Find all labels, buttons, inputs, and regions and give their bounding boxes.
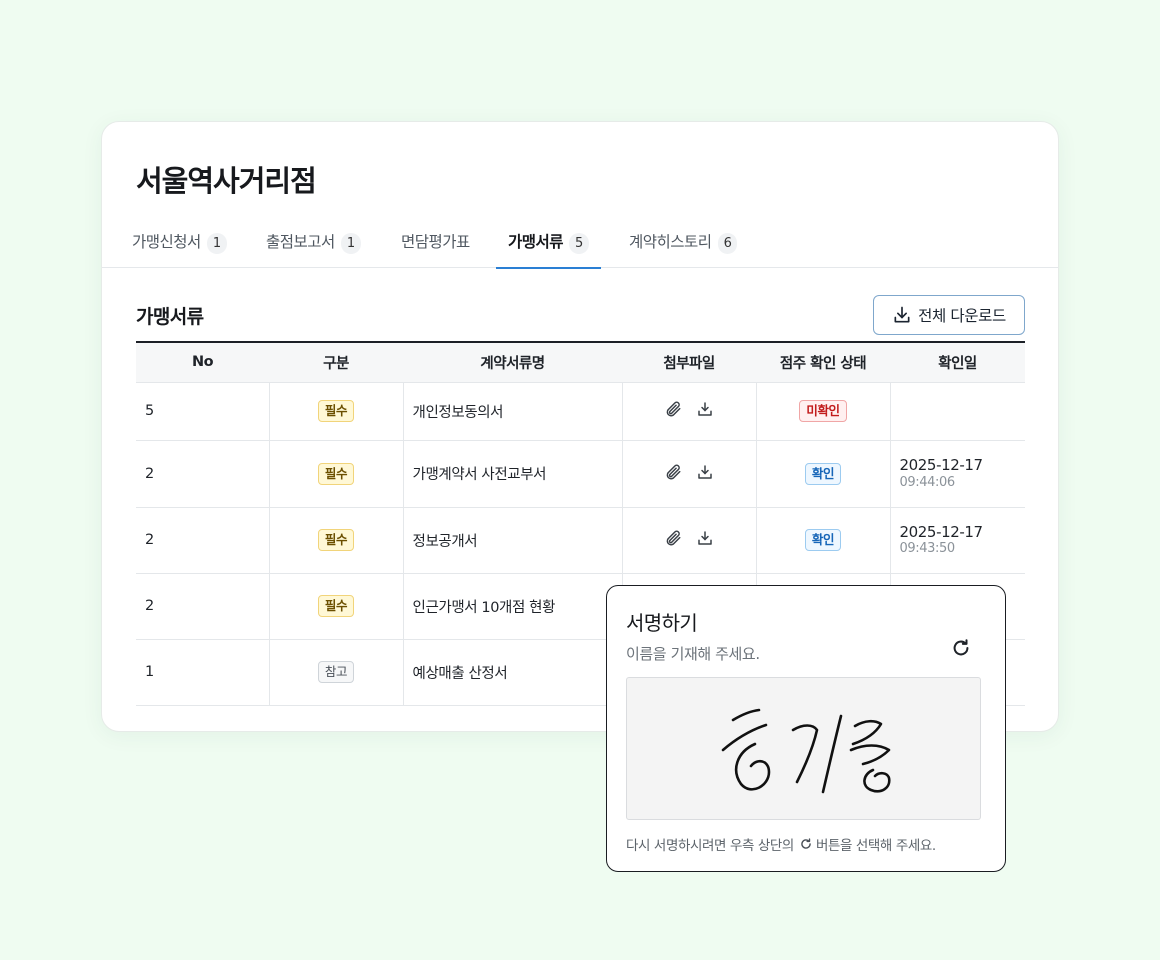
refresh-icon bbox=[953, 639, 969, 656]
tab-label: 계약히스토리 bbox=[629, 233, 712, 251]
status-badge-confirmed: 확인 bbox=[804, 529, 842, 551]
tab-contract-history[interactable]: 계약히스토리 6 bbox=[629, 224, 738, 268]
tab-franchise-documents[interactable]: 가맹서류 5 bbox=[496, 224, 601, 269]
required-badge: 필수 bbox=[317, 595, 355, 617]
cell-document-name: 개인정보동의서 bbox=[402, 382, 622, 441]
cell-document-name: 가맹계약서 사전교부서 bbox=[402, 440, 622, 508]
cell-no: 5 bbox=[136, 382, 269, 441]
signature-pad[interactable] bbox=[626, 677, 981, 820]
download-icon[interactable] bbox=[696, 463, 714, 481]
confirmed-date: 2025-12-17 bbox=[899, 456, 984, 474]
tab-label: 가맹서류 bbox=[508, 233, 564, 251]
tab-application[interactable]: 가맹신청서 1 bbox=[132, 224, 227, 268]
help-text-after: 버튼을 선택해 주세요. bbox=[815, 838, 936, 854]
header-attachment: 첨부파일 bbox=[622, 342, 756, 383]
cell-attachment bbox=[621, 382, 756, 441]
required-badge: 필수 bbox=[317, 400, 355, 422]
cell-document-name: 정보공개서 bbox=[402, 507, 622, 574]
signature-title: 서명하기 bbox=[626, 611, 698, 635]
tab-count: 1 bbox=[340, 233, 361, 254]
section-title: 가맹서류 bbox=[136, 306, 204, 328]
tab-interview-evaluation[interactable]: 면담평가표 bbox=[401, 224, 470, 268]
required-badge: 필수 bbox=[317, 529, 355, 551]
header-no: No bbox=[136, 342, 269, 383]
tab-label: 면담평가표 bbox=[401, 233, 470, 251]
help-text-before: 다시 서명하시려면 우측 상단의 bbox=[626, 838, 794, 854]
table-header-row: No 구분 계약서류명 첨부파일 점주 확인 상태 확인일 bbox=[136, 342, 1025, 383]
tab-bar: 가맹신청서 1 출점보고서 1 면담평가표 가맹서류 5 계약히스토리 6 bbox=[102, 224, 1058, 269]
download-icon[interactable] bbox=[696, 400, 714, 418]
cell-type: 필수 bbox=[268, 382, 403, 441]
cell-no: 1 bbox=[136, 639, 269, 706]
page-title: 서울역사거리점 bbox=[136, 164, 317, 198]
tab-count: 5 bbox=[569, 233, 589, 254]
header-confirmed-date: 확인일 bbox=[890, 342, 1025, 383]
cell-no: 2 bbox=[136, 440, 269, 508]
cell-confirmed-date: 2025-12-17 09:43:50 bbox=[889, 507, 1025, 574]
table-row[interactable]: 2 필수 가맹계약서 사전교부서 확인 2025-12-17 09:44:06 bbox=[136, 440, 1025, 508]
status-badge-unconfirmed: 미확인 bbox=[799, 400, 847, 422]
signature-popup: 서명하기 이름을 기재해 주세요. 다시 서명하시려면 우측 상단의 버튼을 선… bbox=[606, 585, 1006, 872]
cell-type: 필수 bbox=[268, 440, 403, 508]
paperclip-icon[interactable] bbox=[664, 400, 682, 418]
cell-attachment bbox=[621, 507, 756, 574]
tab-label: 가맹신청서 bbox=[132, 233, 201, 251]
cell-owner-status: 확인 bbox=[755, 507, 890, 574]
reference-badge: 참고 bbox=[317, 661, 355, 683]
download-all-label: 전체 다운로드 bbox=[918, 307, 1006, 325]
cell-no: 2 bbox=[136, 507, 269, 574]
refresh-icon bbox=[801, 838, 811, 849]
cell-type: 필수 bbox=[268, 507, 403, 574]
cell-type: 필수 bbox=[268, 573, 403, 640]
tab-opening-report[interactable]: 출점보고서 1 bbox=[266, 224, 361, 268]
cell-attachment bbox=[621, 440, 756, 508]
table-row[interactable]: 2 필수 정보공개서 확인 2025-12-17 09:43:50 bbox=[136, 507, 1025, 574]
cell-document-name: 인근가맹서 10개점 현황 bbox=[402, 573, 622, 640]
header-document-name: 계약서류명 bbox=[403, 342, 622, 383]
cell-confirmed-date: 2025-12-17 09:44:06 bbox=[889, 440, 1025, 508]
cell-no: 2 bbox=[136, 573, 269, 640]
paperclip-icon[interactable] bbox=[664, 529, 682, 547]
tab-count: 6 bbox=[717, 233, 738, 254]
download-all-button[interactable]: 전체 다운로드 bbox=[873, 295, 1025, 335]
required-badge: 필수 bbox=[317, 462, 355, 485]
table-row[interactable]: 5 필수 개인정보동의서 미확인 bbox=[136, 382, 1025, 441]
confirmed-time: 09:44:06 bbox=[899, 474, 956, 490]
cell-confirmed-date bbox=[889, 382, 1025, 441]
header-type: 구분 bbox=[269, 342, 403, 383]
paperclip-icon[interactable] bbox=[664, 463, 682, 481]
download-icon[interactable] bbox=[696, 529, 714, 547]
cell-document-name: 예상매출 산정서 bbox=[402, 639, 622, 706]
signature-subtitle: 이름을 기재해 주세요. bbox=[626, 645, 760, 663]
refresh-button[interactable] bbox=[950, 637, 972, 659]
confirmed-date: 2025-12-17 bbox=[899, 522, 984, 541]
tab-count: 1 bbox=[206, 233, 227, 254]
tab-label: 출점보고서 bbox=[266, 233, 335, 251]
download-icon bbox=[894, 306, 910, 323]
status-badge-confirmed: 확인 bbox=[804, 462, 842, 485]
cell-owner-status: 확인 bbox=[755, 440, 890, 508]
signature-drawing bbox=[721, 708, 891, 794]
signature-help-text: 다시 서명하시려면 우측 상단의 버튼을 선택해 주세요. bbox=[626, 834, 936, 854]
header-owner-status: 점주 확인 상태 bbox=[756, 342, 890, 383]
cell-owner-status: 미확인 bbox=[755, 382, 890, 441]
cell-type: 참고 bbox=[268, 639, 403, 706]
confirmed-time: 09:43:50 bbox=[899, 541, 956, 557]
